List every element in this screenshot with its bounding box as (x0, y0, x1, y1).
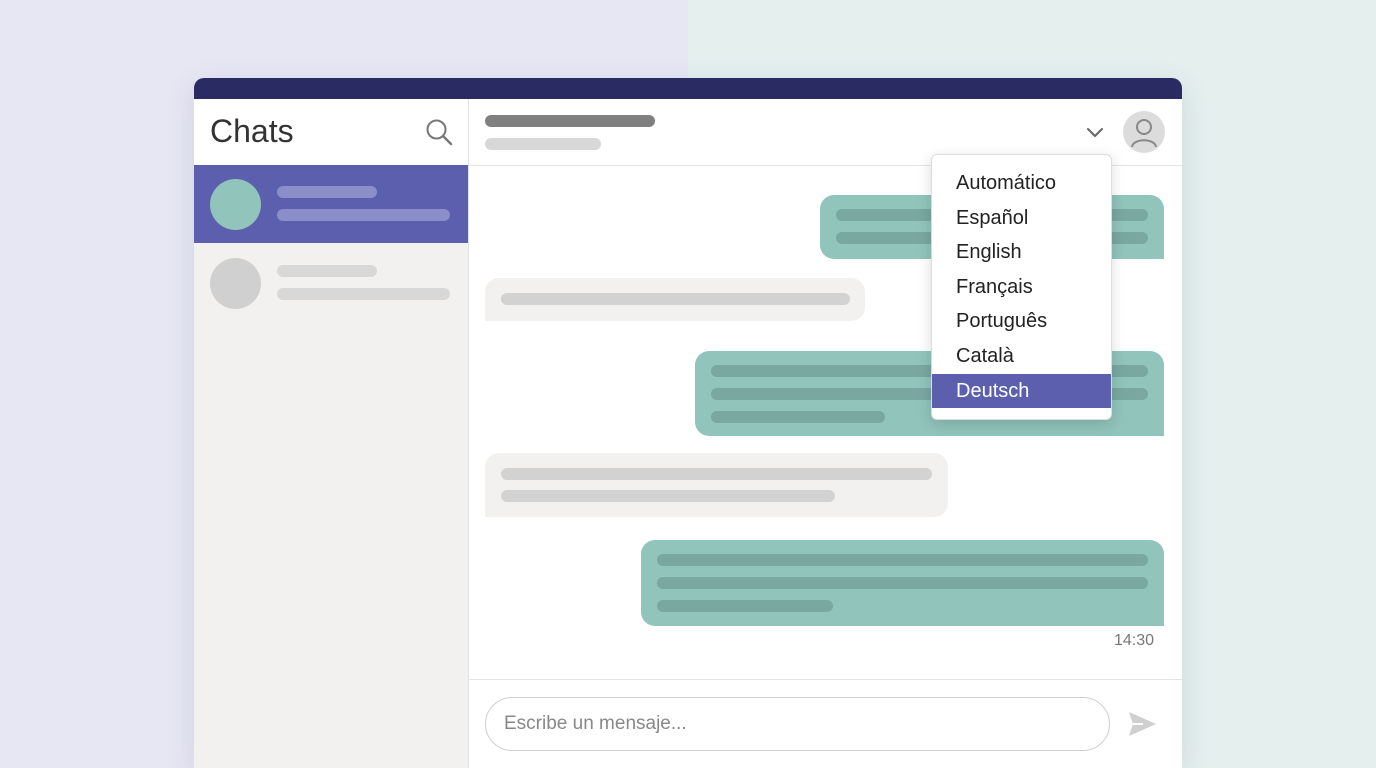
message-line (657, 600, 833, 612)
language-option-automatico[interactable]: Automático (932, 166, 1111, 201)
last-message-placeholder (277, 288, 450, 300)
language-option-deutsch[interactable]: Deutsch (932, 373, 1111, 409)
message-line (501, 293, 850, 305)
contact-name-placeholder (485, 115, 655, 127)
title-bar (194, 78, 1182, 99)
contact-name-placeholder (277, 186, 377, 198)
language-option-francais[interactable]: Français (932, 270, 1111, 305)
chevron-down-icon (1087, 128, 1103, 137)
user-avatar[interactable] (1123, 111, 1165, 153)
message-composer (469, 679, 1182, 768)
contact-avatar (210, 179, 261, 230)
contact-status-placeholder (485, 138, 601, 150)
language-option-portugues[interactable]: Português (932, 304, 1111, 339)
last-message-placeholder (277, 209, 450, 221)
send-button[interactable] (1126, 708, 1158, 740)
language-option-english[interactable]: English (932, 235, 1111, 270)
search-icon (426, 119, 453, 146)
message-line (711, 411, 885, 423)
search-button[interactable] (424, 117, 454, 147)
sidebar-title: Chats (210, 113, 294, 149)
sidebar-header: Chats (194, 99, 468, 165)
incoming-message (485, 278, 865, 321)
message-line (501, 490, 835, 502)
message-line (501, 468, 932, 480)
chat-list-item-active[interactable] (194, 165, 468, 243)
chat-list-sidebar: Chats (194, 99, 469, 768)
message-timestamp: 14:30 (1114, 632, 1155, 649)
chat-list-item[interactable] (194, 244, 468, 322)
language-dropdown-toggle[interactable] (1081, 119, 1109, 145)
send-icon (1129, 712, 1156, 736)
message-line (657, 554, 1148, 566)
message-input[interactable] (485, 697, 1110, 751)
message-line (657, 577, 1148, 589)
language-menu: Automático Español English Français Port… (931, 154, 1112, 420)
contact-avatar (210, 258, 261, 309)
user-avatar-icon (1131, 119, 1157, 148)
outgoing-message (641, 540, 1164, 626)
language-option-espanol[interactable]: Español (932, 201, 1111, 236)
language-option-catala[interactable]: Català (932, 339, 1111, 374)
contact-name-placeholder (277, 265, 377, 277)
incoming-message (485, 453, 948, 517)
